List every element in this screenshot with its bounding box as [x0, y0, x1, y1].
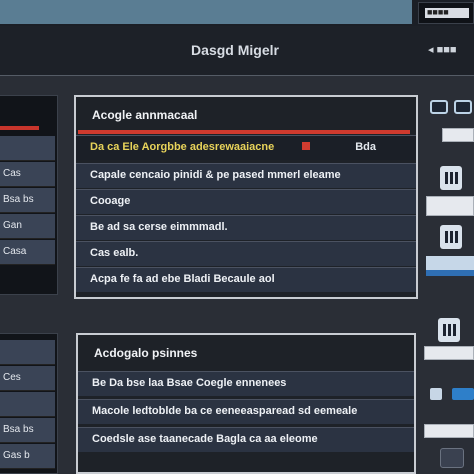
rail-button[interactable] [442, 128, 474, 142]
sidebar-item[interactable]: Bsa bs [0, 188, 55, 213]
gear-icon[interactable] [440, 448, 464, 468]
list-item-text: Cooage [90, 195, 131, 207]
rail-button[interactable] [424, 346, 474, 360]
sidebar-item-label: Gan [3, 220, 22, 231]
sidebar-item[interactable]: Gan [0, 214, 55, 239]
title-bar-accent [0, 0, 412, 24]
list-item[interactable]: Cas ealb. [76, 241, 416, 266]
sidebar-item-label: Bsa bs [3, 424, 34, 435]
list-item-text: Coedsle ase taanecade Bagla ca aa eleome [92, 433, 318, 445]
sidebar-item[interactable]: Gas b [0, 444, 55, 469]
list-item[interactable]: Be Da bse laa Bsae Coegle ennenees [78, 371, 414, 396]
list-item-text: Cas ealb. [90, 247, 139, 259]
sidebar-item-label: Cas [3, 168, 21, 179]
sidebar-item-label: Ces [3, 372, 21, 383]
list-item-text: Da ca Ele Aorgbbe adesrewaaiacne [90, 141, 275, 153]
toggle-icon[interactable] [452, 388, 474, 400]
rail-button[interactable] [426, 196, 474, 216]
top-strip [0, 0, 474, 26]
list-item[interactable]: Cooage [76, 189, 416, 214]
red-marker [302, 142, 310, 150]
list-item[interactable]: Capale cencaio pinidi & pe pased mmerl e… [76, 163, 416, 188]
list-item[interactable]: Macole ledtoblde ba ce eeneeasparead sd … [78, 399, 414, 424]
header-menu-arrow[interactable]: ◂ ■■■ [428, 43, 468, 56]
list-item[interactable]: Da ca Ele Aorgbbe adesrewaaiacne Bda [76, 135, 416, 160]
columns-icon[interactable] [440, 166, 462, 190]
sidebar-item[interactable]: Casa [0, 240, 55, 265]
top-right-button-label: ■■■■ [427, 7, 449, 17]
columns-icon[interactable] [438, 318, 460, 342]
sidebar-item[interactable]: Bsa bs [0, 418, 55, 443]
top-right-button[interactable]: ■■■■ [425, 7, 469, 18]
columns-icon[interactable] [440, 225, 462, 249]
top-right-control[interactable]: ■■■■ [418, 2, 474, 24]
sidebar-bottom: Ces Bsa bs Gas b [0, 333, 58, 474]
panel-bottom-title: Acdogalo psinnes [94, 346, 198, 360]
app-title: Dasgd Migelr [191, 42, 279, 58]
sidebar-item-label: Bsa bs [3, 194, 34, 205]
panel-top-title: Acogle annmacaal [92, 108, 198, 122]
panel-bottom: Acdogalo psinnes Be Da bse laa Bsae Coeg… [76, 333, 416, 474]
list-item[interactable]: Coedsle ase taanecade Bagla ca aa eleome [78, 427, 414, 452]
toggle-icon[interactable] [430, 388, 442, 400]
panel-top: Acogle annmacaal Da ca Ele Aorgbbe adesr… [74, 95, 418, 299]
sidebar-item[interactable]: Ces [0, 366, 55, 391]
panel-top-red-bar [78, 130, 410, 134]
list-item-badge: Bda [355, 141, 376, 153]
rail-stripe [426, 256, 474, 270]
rail-button[interactable] [424, 424, 474, 438]
sidebar-active-indicator [0, 126, 39, 130]
sidebar-item[interactable] [0, 340, 55, 365]
sidebar-item-label: Casa [3, 246, 27, 257]
list-item-text: Be ad sa cerse eimmmadl. [90, 221, 228, 233]
list-item-text: Be Da bse laa Bsae Coegle ennenees [92, 377, 287, 389]
list-item[interactable]: Be ad sa cerse eimmmadl. [76, 215, 416, 240]
list-item[interactable]: Acpa fe fa ad ebe Bladi Becaule aol [76, 267, 416, 292]
sidebar-item[interactable] [0, 392, 55, 417]
rail-accent [426, 270, 474, 276]
sidebar-item[interactable] [0, 136, 55, 161]
window-icon[interactable] [454, 100, 472, 114]
sidebar-item-label: Gas b [3, 450, 30, 461]
list-item-text: Capale cencaio pinidi & pe pased mmerl e… [90, 169, 341, 181]
window-icon[interactable] [430, 100, 448, 114]
list-item-text: Macole ledtoblde ba ce eeneeasparead sd … [92, 405, 358, 417]
list-item-text: Acpa fe fa ad ebe Bladi Becaule aol [90, 273, 275, 285]
sidebar-top: Cas Bsa bs Gan Casa [0, 95, 58, 295]
sidebar-item[interactable]: Cas [0, 162, 55, 187]
